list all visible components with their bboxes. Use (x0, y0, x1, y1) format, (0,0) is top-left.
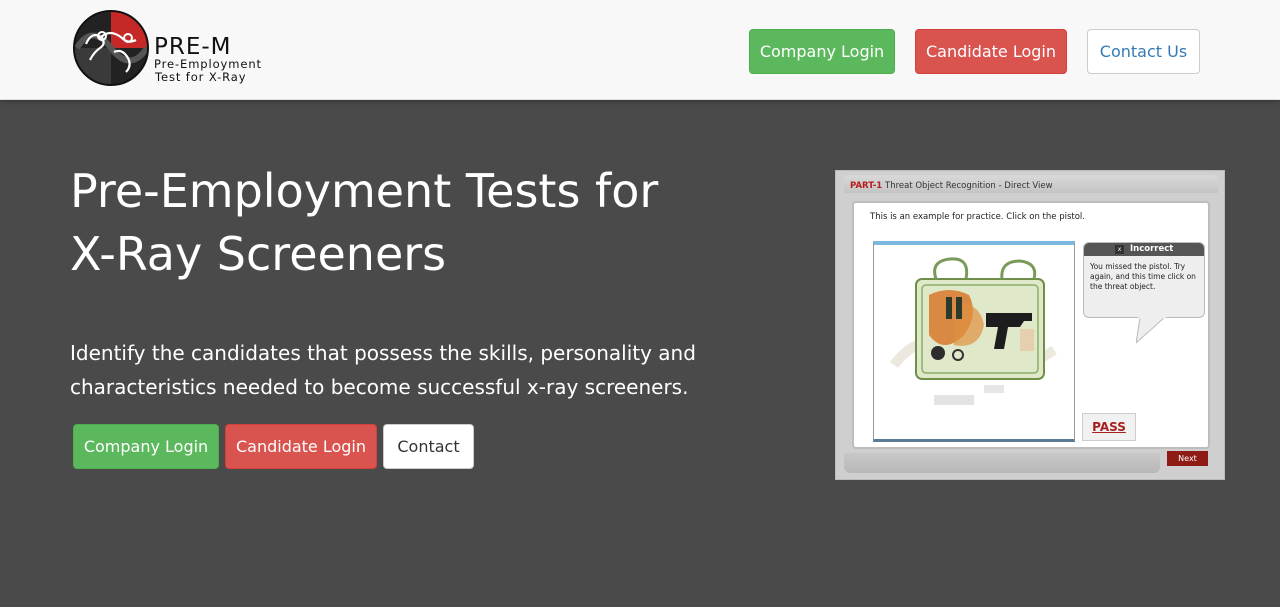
brand-logo-link[interactable]: PRE-M Pre-Employment Test for X-Ray (72, 8, 272, 88)
hero-candidate-login-button[interactable]: Candidate Login (225, 424, 377, 469)
hero-contact-button[interactable]: Contact (383, 424, 474, 469)
speech-bubble-tail-icon (1136, 315, 1166, 344)
hero-title-line1: Pre-Employment Tests for (70, 164, 659, 218)
close-icon[interactable]: x (1115, 245, 1124, 254)
logo-emblem-icon (73, 10, 149, 86)
preview-instruction: This is an example for practice. Click o… (870, 212, 1085, 222)
feedback-bubble: x Incorrect You missed the pistol. Try a… (1083, 242, 1205, 318)
next-button[interactable]: Next (1167, 451, 1208, 466)
hero-title-line2: X-Ray Screeners (70, 227, 447, 281)
hero-title: Pre-Employment Tests for X-Ray Screeners (70, 160, 770, 286)
brand-tagline: Pre-Employment Test for X-Ray (154, 58, 262, 84)
xray-bag-illustration (890, 257, 1057, 405)
brand-tagline-line2: Test for X-Ray (155, 70, 247, 84)
feedback-header: x Incorrect (1084, 243, 1204, 256)
hero-description: Identify the candidates that possess the… (70, 341, 696, 399)
nav-company-login-button[interactable]: Company Login (749, 29, 895, 74)
pass-button[interactable]: PASS (1082, 413, 1136, 441)
nav-candidate-login-button[interactable]: Candidate Login (915, 29, 1067, 74)
xray-bag-image (873, 241, 1075, 442)
feedback-title: Incorrect (1130, 244, 1174, 254)
feedback-text: You missed the pistol. Try again, and th… (1090, 262, 1196, 291)
test-preview-screenshot: PART-1 Threat Object Recognition - Direc… (835, 170, 1225, 480)
nav-contact-us-button[interactable]: Contact Us (1087, 29, 1200, 74)
preview-part-label: PART-1 (850, 181, 883, 191)
navbar: PRE-M Pre-Employment Test for X-Ray Comp… (0, 0, 1280, 100)
preview-bottom-bar (844, 453, 1160, 473)
hero-company-login-button[interactable]: Company Login (73, 424, 219, 469)
preview-section-title: Threat Object Recognition - Direct View (885, 181, 1053, 191)
